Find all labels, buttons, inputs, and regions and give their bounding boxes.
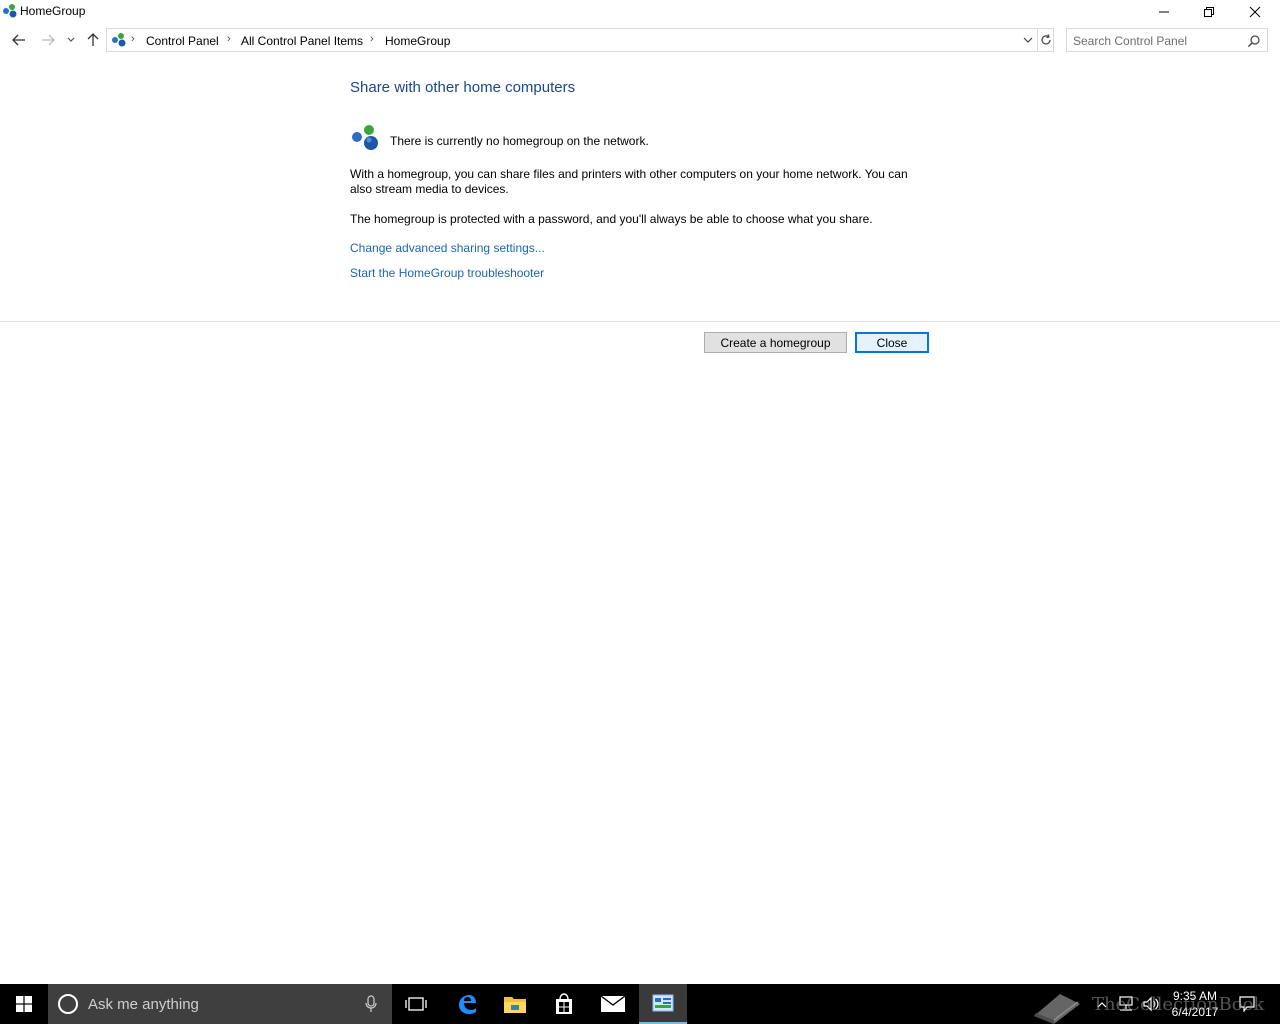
search-input[interactable] bbox=[1073, 33, 1243, 49]
control-panel-taskbar-button[interactable] bbox=[639, 984, 687, 1024]
refresh-icon bbox=[1040, 34, 1051, 45]
chevron-right-icon[interactable]: › bbox=[227, 33, 231, 45]
mail-icon bbox=[600, 995, 626, 1012]
watermark-text: TheCollectionBook bbox=[1092, 994, 1265, 1015]
close-window-button[interactable] bbox=[1232, 0, 1278, 24]
restore-icon bbox=[1204, 7, 1214, 17]
navigation-bar: › Control Panel › All Control Panel Item… bbox=[0, 27, 1280, 53]
address-bar[interactable]: › Control Panel › All Control Panel Item… bbox=[106, 28, 1038, 52]
chevron-right-icon[interactable]: › bbox=[370, 33, 374, 45]
create-homegroup-button[interactable]: Create a homegroup bbox=[704, 332, 847, 353]
breadcrumb-control-panel[interactable]: Control Panel bbox=[146, 34, 219, 48]
cortana-icon bbox=[58, 994, 78, 1014]
windows-logo-icon bbox=[16, 996, 32, 1012]
edge-icon bbox=[459, 995, 476, 1014]
edge-taskbar-button[interactable] bbox=[443, 984, 491, 1024]
status-text: There is currently no homegroup on the n… bbox=[390, 134, 649, 148]
store-icon bbox=[556, 993, 572, 1014]
search-box[interactable] bbox=[1066, 28, 1268, 52]
search-icon[interactable] bbox=[1247, 34, 1261, 48]
description-paragraph: With a homegroup, you can share files an… bbox=[350, 167, 908, 196]
arrow-right-icon bbox=[42, 34, 55, 46]
refresh-button[interactable] bbox=[1038, 28, 1054, 52]
control-panel-icon bbox=[652, 994, 674, 1012]
divider bbox=[0, 321, 1280, 322]
breadcrumb-all-items[interactable]: All Control Panel Items bbox=[241, 34, 363, 48]
homegroup-icon bbox=[352, 125, 378, 150]
chevron-down-icon bbox=[67, 37, 75, 42]
close-icon bbox=[1249, 6, 1261, 18]
homegroup-icon bbox=[3, 4, 17, 18]
watermark: TheCollectionBook bbox=[1030, 990, 1280, 1024]
minimize-button[interactable] bbox=[1141, 0, 1187, 24]
window-title: HomeGroup bbox=[20, 4, 86, 18]
breadcrumb-homegroup[interactable]: HomeGroup bbox=[385, 34, 450, 48]
microphone-icon[interactable] bbox=[364, 995, 378, 1013]
up-button[interactable] bbox=[83, 30, 103, 50]
arrow-up-icon bbox=[87, 33, 99, 46]
file-explorer-taskbar-button[interactable] bbox=[491, 984, 539, 1024]
password-paragraph: The homegroup is protected with a passwo… bbox=[350, 212, 873, 226]
book-icon bbox=[1034, 994, 1080, 1024]
back-button[interactable] bbox=[9, 30, 29, 50]
chevron-down-icon[interactable] bbox=[1021, 33, 1035, 47]
start-button[interactable] bbox=[0, 984, 48, 1024]
task-view-button[interactable] bbox=[392, 984, 440, 1024]
folder-icon bbox=[504, 997, 526, 1013]
minimize-icon bbox=[1159, 11, 1169, 13]
mail-taskbar-button[interactable] bbox=[589, 984, 637, 1024]
advanced-sharing-link[interactable]: Change advanced sharing settings... bbox=[350, 241, 545, 255]
recent-locations-button[interactable] bbox=[63, 30, 79, 50]
task-view-icon bbox=[405, 997, 427, 1011]
restore-button[interactable] bbox=[1186, 0, 1232, 24]
forward-button[interactable] bbox=[38, 30, 58, 50]
store-taskbar-button[interactable] bbox=[540, 984, 588, 1024]
close-button[interactable]: Close bbox=[855, 332, 929, 353]
troubleshooter-link[interactable]: Start the HomeGroup troubleshooter bbox=[350, 266, 544, 280]
cortana-placeholder: Ask me anything bbox=[88, 996, 199, 1013]
chevron-right-icon[interactable]: › bbox=[131, 33, 135, 45]
homegroup-icon bbox=[112, 33, 126, 47]
page-title: Share with other home computers bbox=[350, 79, 576, 96]
arrow-left-icon bbox=[12, 34, 25, 46]
cortana-search-box[interactable]: Ask me anything bbox=[48, 984, 392, 1024]
title-bar: HomeGroup bbox=[0, 0, 1280, 24]
